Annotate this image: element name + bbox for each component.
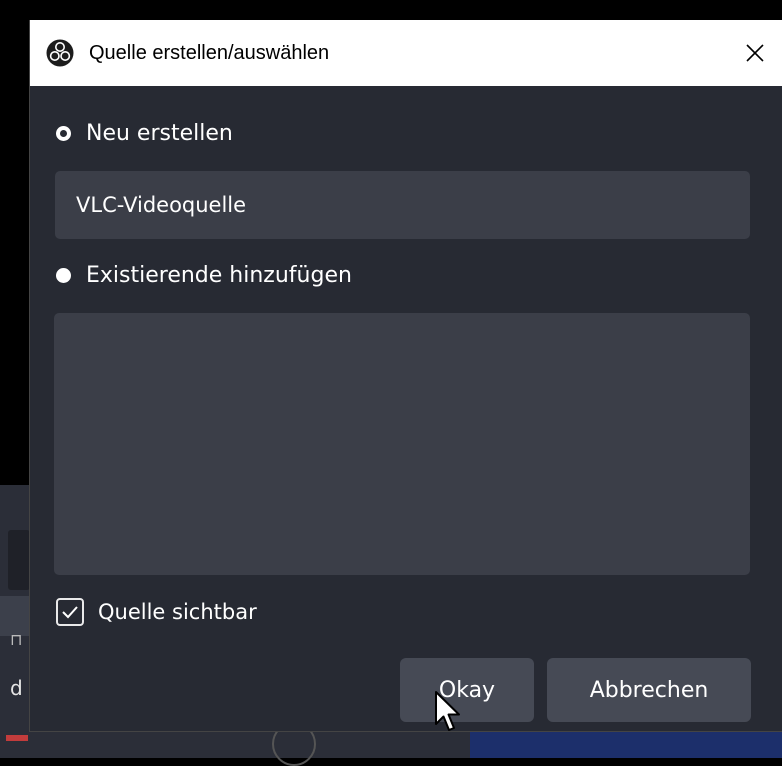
background-source-icon: ⊓ bbox=[10, 630, 23, 649]
close-button[interactable] bbox=[727, 20, 782, 86]
okay-button[interactable]: Okay bbox=[400, 658, 534, 722]
source-visible-label: Quelle sichtbar bbox=[98, 600, 257, 624]
mouse-cursor-icon bbox=[435, 691, 460, 731]
existing-sources-list[interactable] bbox=[54, 313, 750, 575]
close-icon bbox=[746, 44, 764, 62]
create-new-radio-option[interactable]: Neu erstellen bbox=[56, 118, 233, 148]
checkmark-icon bbox=[62, 606, 78, 619]
create-new-label: Neu erstellen bbox=[86, 120, 233, 146]
dialog-title: Quelle erstellen/auswählen bbox=[89, 42, 330, 64]
source-name-input[interactable] bbox=[55, 171, 750, 239]
source-visible-option[interactable]: Quelle sichtbar bbox=[56, 596, 257, 628]
background-panel bbox=[8, 530, 30, 590]
background-partial-text: d bbox=[10, 676, 23, 700]
create-new-radio[interactable] bbox=[56, 125, 71, 141]
add-existing-label: Existierende hinzufügen bbox=[86, 262, 352, 288]
source-visible-checkbox[interactable] bbox=[56, 598, 84, 626]
dialog-titlebar[interactable]: Quelle erstellen/auswählen bbox=[30, 20, 782, 86]
background-audio-meter bbox=[6, 735, 28, 741]
select-source-dialog: Quelle erstellen/auswählen Neu erstellen… bbox=[29, 20, 782, 732]
cancel-button[interactable]: Abbrechen bbox=[547, 658, 751, 722]
add-existing-radio[interactable] bbox=[56, 267, 71, 283]
add-existing-radio-option[interactable]: Existierende hinzufügen bbox=[56, 260, 352, 290]
obs-logo-icon bbox=[46, 39, 74, 67]
